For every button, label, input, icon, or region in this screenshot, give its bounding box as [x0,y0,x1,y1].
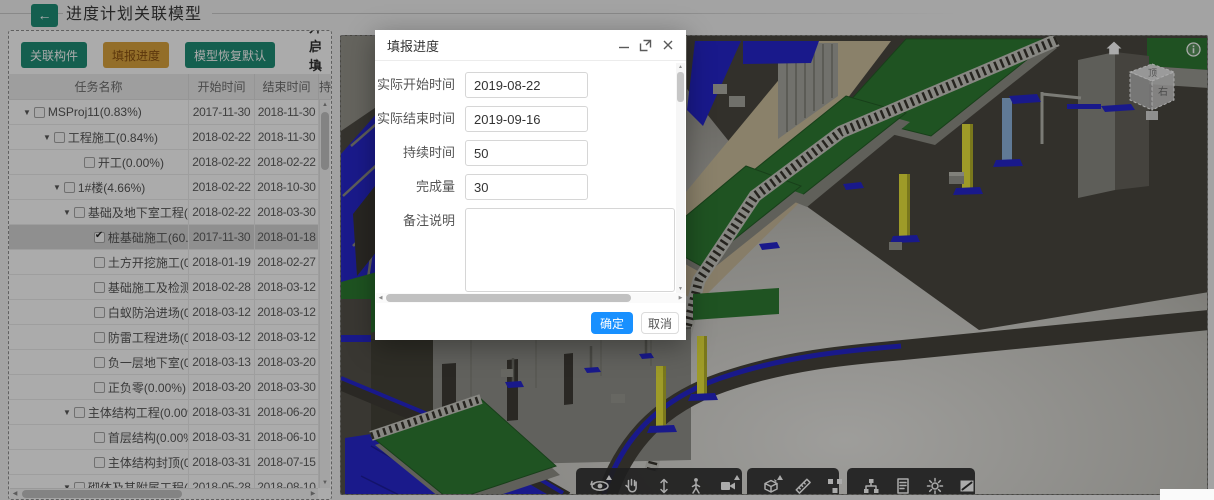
cancel-button[interactable]: 取消 [641,312,679,334]
dialog-titlebar: 填报进度 [375,30,686,61]
confirm-button[interactable]: 确定 [591,312,633,334]
duration-input[interactable] [465,140,588,166]
actual-end-input[interactable] [465,106,588,132]
actual-start-label: 实际开始时间 [376,77,455,92]
completion-input[interactable] [465,174,588,200]
actual-start-input[interactable] [465,72,588,98]
actual-end-label: 实际结束时间 [376,111,455,126]
dialog-scroll-down-icon[interactable]: ▼ [676,285,685,293]
dialog-vscroll-thumb[interactable] [677,72,684,102]
fill-progress-dialog: 填报进度 实际开始时间 实际结束时间 持续时间 完成量 备注说明 ▲ ▼ ◀ ▶… [375,30,686,340]
close-icon[interactable] [661,39,674,52]
corner-popup [1160,489,1214,500]
dialog-scroll-right-icon[interactable]: ▶ [676,294,685,302]
dialog-hscroll-thumb[interactable] [386,294,631,302]
dialog-title: 填报进度 [387,38,440,54]
remarks-textarea[interactable] [465,208,675,292]
dialog-vertical-scrollbar[interactable]: ▲ ▼ [676,63,685,293]
remarks-label: 备注说明 [402,213,455,228]
dialog-horizontal-scrollbar[interactable]: ◀ ▶ [376,293,685,303]
completion-label: 完成量 [415,179,455,194]
dialog-scroll-left-icon[interactable]: ◀ [376,294,385,302]
duration-label: 持续时间 [402,145,455,160]
minimize-icon[interactable] [617,39,630,52]
maximize-icon[interactable] [639,39,652,52]
dialog-scroll-up-icon[interactable]: ▲ [676,63,685,71]
